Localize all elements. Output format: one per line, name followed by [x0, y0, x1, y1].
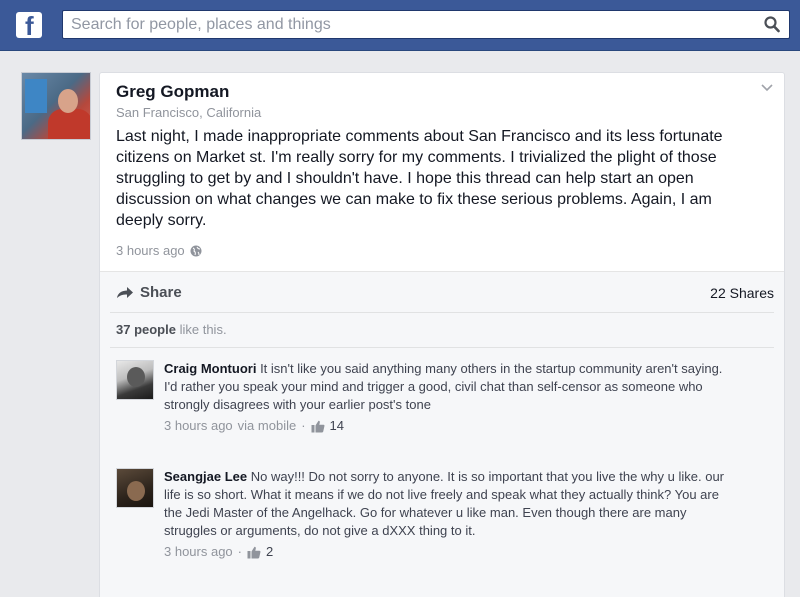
- comment-like-count[interactable]: 2: [266, 543, 273, 561]
- post-timestamp[interactable]: 3 hours ago: [116, 243, 185, 258]
- search-input[interactable]: [63, 11, 753, 38]
- post-location[interactable]: San Francisco, California: [116, 105, 261, 120]
- comment-body: Seangjae Lee No way!!! Do not sorry to a…: [164, 468, 724, 561]
- globe-icon[interactable]: [190, 245, 202, 257]
- share-button[interactable]: Share: [116, 284, 182, 301]
- divider: [110, 347, 774, 348]
- meta-separator: ·: [237, 544, 243, 559]
- post-author-name[interactable]: Greg Gopman: [116, 82, 229, 102]
- comment-like-count[interactable]: 14: [330, 417, 344, 435]
- share-label: Share: [140, 284, 182, 301]
- facebook-logo-icon[interactable]: f: [16, 11, 42, 41]
- post-footer: Share 22 Shares 37 people like this. Cra…: [100, 271, 784, 597]
- comment-item: Seangjae Lee No way!!! Do not sorry to a…: [116, 468, 724, 597]
- shares-count[interactable]: 22 Shares: [710, 285, 774, 301]
- thumbs-up-icon[interactable]: [311, 420, 325, 433]
- likes-summary: 37 people like this.: [116, 322, 227, 337]
- comment-via: via mobile: [237, 418, 297, 433]
- likes-count-link[interactable]: 37 people: [116, 322, 176, 337]
- commenter-name[interactable]: Craig Montuori: [164, 361, 256, 376]
- avatar-poster-graphic: [25, 79, 47, 113]
- comment-item: Craig Montuori It isn't like you said an…: [116, 360, 722, 460]
- comment-meta: 3 hours ago · 2: [164, 543, 724, 561]
- commenter-name[interactable]: Seangjae Lee: [164, 469, 247, 484]
- post-meta: 3 hours ago: [116, 243, 202, 258]
- comment-text: No way!!! Do not sorry to anyone. It is …: [164, 469, 725, 538]
- logo-letter: f: [25, 11, 34, 41]
- likes-suffix: like this.: [179, 322, 227, 337]
- post-body-text: Last night, I made inappropriate comment…: [116, 128, 723, 229]
- meta-separator: ·: [301, 418, 306, 433]
- commenter-avatar[interactable]: [116, 468, 154, 508]
- comment-timestamp[interactable]: 3 hours ago: [164, 417, 233, 435]
- post-card: Greg Gopman San Francisco, California La…: [99, 72, 785, 597]
- search-button[interactable]: [755, 11, 789, 38]
- commenter-avatar[interactable]: [116, 360, 154, 400]
- comment-body: Craig Montuori It isn't like you said an…: [164, 360, 724, 435]
- search-box: [62, 10, 790, 39]
- avatar-figure-head: [58, 89, 78, 113]
- avatar-figure-body: [48, 109, 90, 139]
- search-icon: [764, 16, 780, 33]
- top-navigation-bar: f: [0, 0, 800, 51]
- divider: [110, 312, 774, 313]
- thumbs-up-icon[interactable]: [247, 546, 261, 559]
- chevron-down-icon[interactable]: [760, 83, 774, 93]
- share-arrow-icon: [117, 286, 133, 298]
- author-avatar[interactable]: [21, 72, 91, 140]
- comment-meta: 3 hours ago via mobile · 14: [164, 417, 724, 435]
- comment-timestamp[interactable]: 3 hours ago: [164, 543, 233, 561]
